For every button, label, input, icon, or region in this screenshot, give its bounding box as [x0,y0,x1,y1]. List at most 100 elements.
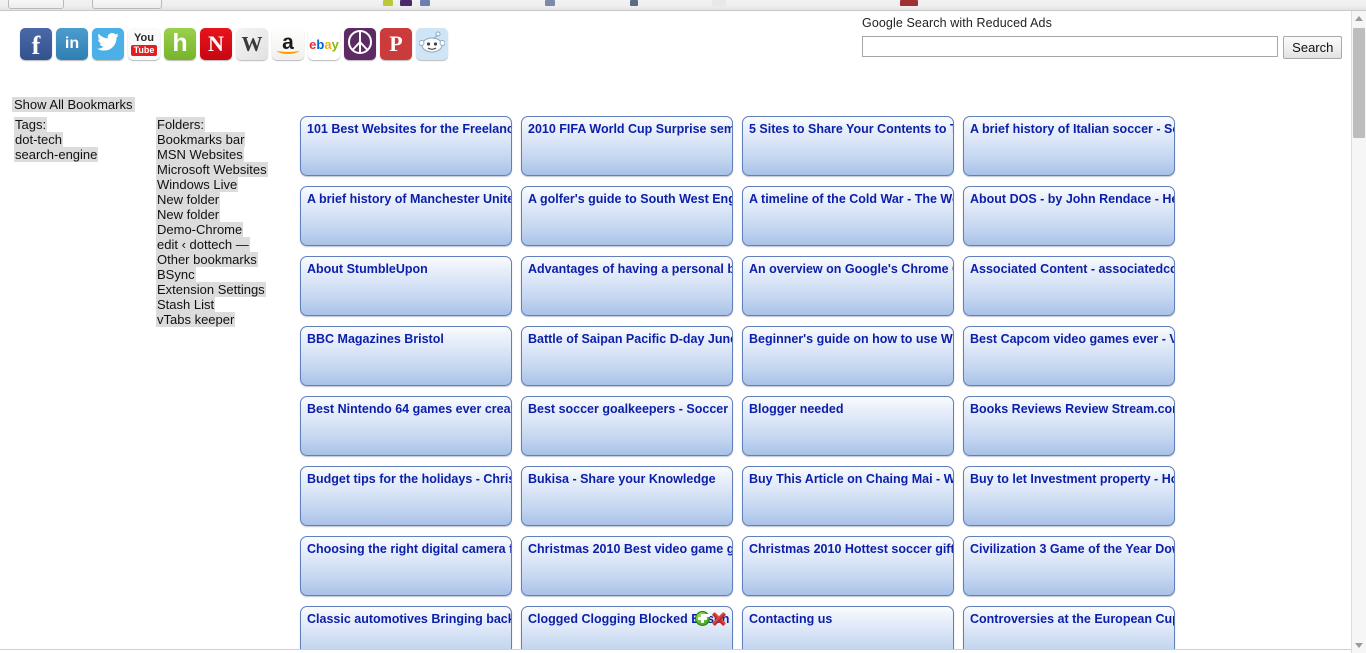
pinterest-p-glyph: P [389,31,403,56]
folder-item[interactable]: Demo-Chrome [156,222,268,237]
bookmark-card[interactable]: Best soccer goalkeepers - Soccer P [521,396,733,456]
amazon-icon[interactable]: a [272,28,304,60]
folders-heading: Folders: [156,117,268,132]
bookmark-card[interactable]: A golfer's guide to South West Engla [521,186,733,246]
folder-item[interactable]: New folder [156,207,268,222]
folder-item[interactable]: New folder [156,192,268,207]
youtube-icon[interactable]: You Tube [128,28,160,60]
bookmark-card[interactable]: A timeline of the Cold War - The Worl [742,186,954,246]
bookmark-card-title: Contacting us [749,612,833,626]
bookmark-card[interactable]: Books Reviews Review Stream.com [963,396,1175,456]
toolbar-icon-g[interactable] [900,0,918,6]
search-input[interactable] [862,36,1279,57]
tag-item[interactable]: dot-tech [14,132,98,147]
wikipedia-icon[interactable]: W [236,28,268,60]
bookmark-card[interactable]: Buy to let Investment property - How [963,466,1175,526]
vertical-scrollbar[interactable] [1351,11,1366,653]
bookmark-card[interactable]: Budget tips for the holidays - Christm [300,466,512,526]
folder-item[interactable]: MSN Websites [156,147,268,162]
bookmark-card-title: An overview on Google's Chrome OS [749,262,954,276]
folders-list: Bookmarks bar MSN Websites Microsoft Websi… [156,132,268,327]
bookmark-card[interactable]: Clogged Clogging Blocked Epson r [521,606,733,651]
folder-item[interactable]: Other bookmarks [156,252,268,267]
bookmark-card[interactable]: Contacting us [742,606,954,651]
toolbar-icon-e[interactable] [630,0,638,6]
folder-item[interactable]: edit ‹ dottech — [156,237,268,252]
linkedin-icon[interactable]: in [56,28,88,60]
bookmark-card[interactable]: Blogger needed [742,396,954,456]
toolbar-icon-d[interactable] [545,0,555,6]
folder-item-label: BSync [156,267,196,282]
bookmark-card[interactable]: Christmas 2010 Hottest soccer gift [742,536,954,596]
toolbar-icon-f[interactable] [712,0,726,6]
hubpages-icon[interactable]: h [164,28,196,60]
bookmark-card[interactable]: Beginner's guide on how to use Word [742,326,954,386]
facebook-icon[interactable]: f [20,28,52,60]
bookmark-card[interactable]: 101 Best Websites for the Freelance [300,116,512,176]
folder-item-label: Bookmarks bar [156,132,246,147]
toolbar-icon-c[interactable] [420,0,430,6]
bookmark-card[interactable]: Classic automotives Bringing back t [300,606,512,651]
scroll-up-arrow-icon[interactable] [1352,11,1366,26]
bookmark-card[interactable]: Bukisa - Share your Knowledge [521,466,733,526]
bookmark-card-title: About DOS - by John Rendace - Heli [970,192,1175,206]
folder-item[interactable]: Microsoft Websites [156,162,268,177]
folder-item-label: Microsoft Websites [156,162,268,177]
folder-item[interactable]: Windows Live [156,177,268,192]
show-all-bookmarks-link[interactable]: Show All Bookmarks [12,97,135,112]
bookmark-card[interactable]: Best Nintendo 64 games ever create [300,396,512,456]
bookmark-card[interactable]: 2010 FIFA World Cup Surprise semi- [521,116,733,176]
bookmark-card[interactable]: An overview on Google's Chrome OS [742,256,954,316]
folder-item[interactable]: Bookmarks bar [156,132,268,147]
folder-item-label: edit ‹ dottech — [156,237,250,252]
folder-item[interactable]: vTabs keeper [156,312,268,327]
search-button[interactable]: Search [1283,36,1342,59]
wikipedia-w-glyph: W [241,31,263,56]
amazon-smile-arc [277,47,299,54]
bookmark-card[interactable]: BBC Magazines Bristol [300,326,512,386]
pinterest-icon[interactable]: P [380,28,412,60]
bookmark-card[interactable]: A brief history of Manchester United [300,186,512,246]
bookmark-card[interactable]: Controversies at the European Cup [963,606,1175,651]
search-row: Search [862,36,1342,59]
browser-back-button[interactable] [8,0,64,9]
bookmark-card[interactable]: A brief history of Italian soccer - Soc [963,116,1175,176]
twitter-bird-glyph [97,32,119,55]
bookmark-card-title: Christmas 2010 Best video game gi [528,542,733,556]
browser-forward-button[interactable] [92,0,162,9]
toolbar-icon-a[interactable] [383,0,393,6]
folder-item-label: New folder [156,192,221,207]
bookmark-grid: 101 Best Websites for the Freelance 2010 … [300,116,1352,651]
reddit-icon[interactable] [416,28,448,60]
scroll-thumb[interactable] [1353,28,1365,138]
facebook-f-glyph: f [31,31,41,60]
bookmark-card[interactable]: Best Capcom video games ever - Vi [963,326,1175,386]
delete-bookmark-icon[interactable] [711,611,727,627]
scroll-down-arrow-icon[interactable] [1352,638,1366,653]
ebay-icon[interactable]: ebay [308,28,340,60]
bookmark-card[interactable]: About StumbleUpon [300,256,512,316]
bookmark-card-title: Buy to let Investment property - How [970,472,1175,486]
bookmark-card[interactable]: Civilization 3 Game of the Year Down [963,536,1175,596]
bookmark-card[interactable]: Associated Content - associatedcon [963,256,1175,316]
bookmark-card[interactable]: 5 Sites to Share Your Contents to Th [742,116,954,176]
bookmark-card-title: Beginner's guide on how to use Word [749,332,954,346]
peace-icon[interactable] [344,28,376,60]
folder-item[interactable]: Extension Settings [156,282,268,297]
site-icon-bar: f in You Tube h N Wa ebay P [20,28,448,60]
bookmark-card[interactable]: Buy This Article on Chaing Mai - Why [742,466,954,526]
folder-item[interactable]: Stash List [156,297,268,312]
bookmark-card[interactable]: Choosing the right digital camera for [300,536,512,596]
toolbar-icon-b[interactable] [400,0,412,6]
bookmark-card[interactable]: About DOS - by John Rendace - Heli [963,186,1175,246]
bookmark-card[interactable]: Advantages of having a personal bu [521,256,733,316]
netflix-icon[interactable]: N [200,28,232,60]
add-bookmark-icon[interactable] [695,611,710,626]
folder-item-label: New folder [156,207,221,222]
bookmark-card[interactable]: Christmas 2010 Best video game gi [521,536,733,596]
twitter-icon[interactable] [92,28,124,60]
bookmark-card-title: About StumbleUpon [307,262,428,276]
tag-item[interactable]: search-engine [14,147,99,162]
folder-item[interactable]: BSync [156,267,268,282]
bookmark-card[interactable]: Battle of Saipan Pacific D-day June [521,326,733,386]
